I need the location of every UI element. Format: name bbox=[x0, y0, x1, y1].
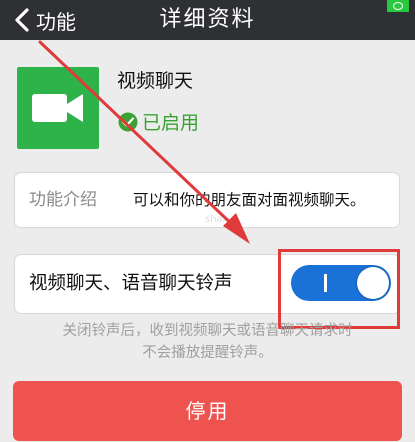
watermark-text: shan bbox=[205, 214, 230, 225]
status-badge: 已启用 bbox=[118, 108, 199, 135]
hint-line-1: 关闭铃声后，收到视频聊天或语音聊天请求时 bbox=[62, 323, 353, 339]
video-camera-icon bbox=[17, 67, 99, 149]
status-label: 已启用 bbox=[142, 112, 200, 134]
page-title: 详细资料 bbox=[159, 7, 256, 32]
toggle-on-mark bbox=[324, 274, 327, 292]
top-nav-bar: 功能 详细资料 bbox=[0, 0, 415, 40]
intro-text: 可以和你的朋友面对面视频聊天。 bbox=[133, 191, 366, 209]
ringtone-toggle[interactable] bbox=[291, 265, 391, 301]
intro-label: 功能介绍 bbox=[29, 190, 97, 210]
disable-button[interactable]: 停用 bbox=[13, 381, 402, 441]
ringtone-hint: 关闭铃声后，收到视频聊天或语音聊天请求时 不会播放提醒铃声。 bbox=[0, 320, 415, 364]
hint-line-2: 不会播放提醒铃声。 bbox=[142, 345, 273, 361]
app-name: 视频聊天 bbox=[117, 70, 194, 92]
battery-icon bbox=[387, 0, 409, 12]
check-circle-icon bbox=[118, 112, 138, 132]
ringtone-label: 视频聊天、语音聊天铃声 bbox=[29, 273, 233, 294]
toggle-knob bbox=[357, 267, 389, 299]
